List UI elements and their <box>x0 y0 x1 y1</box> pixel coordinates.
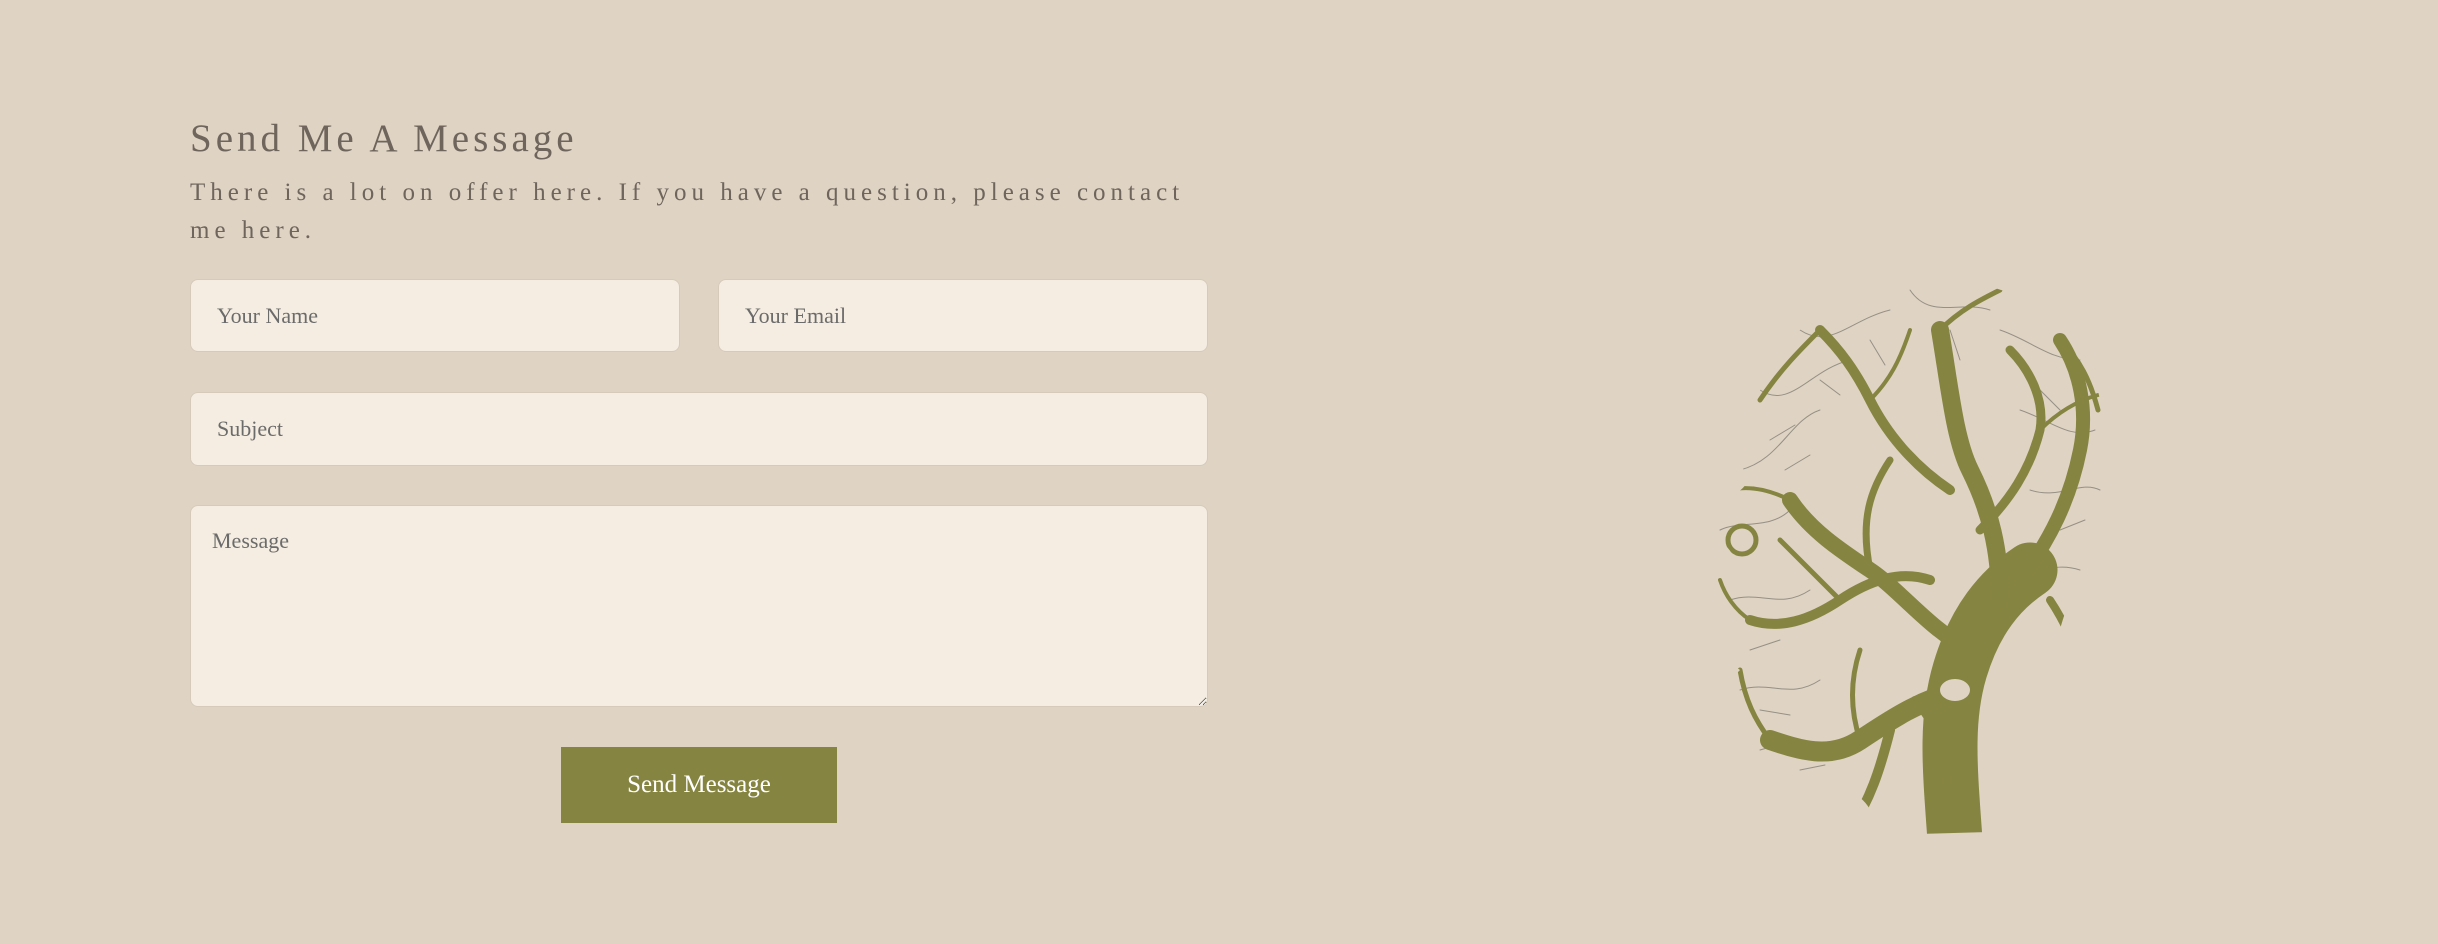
page-subtitle: There is a lot on offer here. If you hav… <box>190 179 1185 244</box>
message-textarea[interactable] <box>190 505 1208 707</box>
tree-head-silhouette-icon <box>1710 277 2105 835</box>
send-message-button[interactable]: Send Message <box>561 747 837 823</box>
email-input[interactable] <box>718 279 1208 352</box>
name-input[interactable] <box>190 279 680 352</box>
contact-section: Send Me A Message There is a lot on offe… <box>190 112 1208 250</box>
page-title: Send Me A Message <box>190 117 578 160</box>
subject-input[interactable] <box>190 392 1208 466</box>
